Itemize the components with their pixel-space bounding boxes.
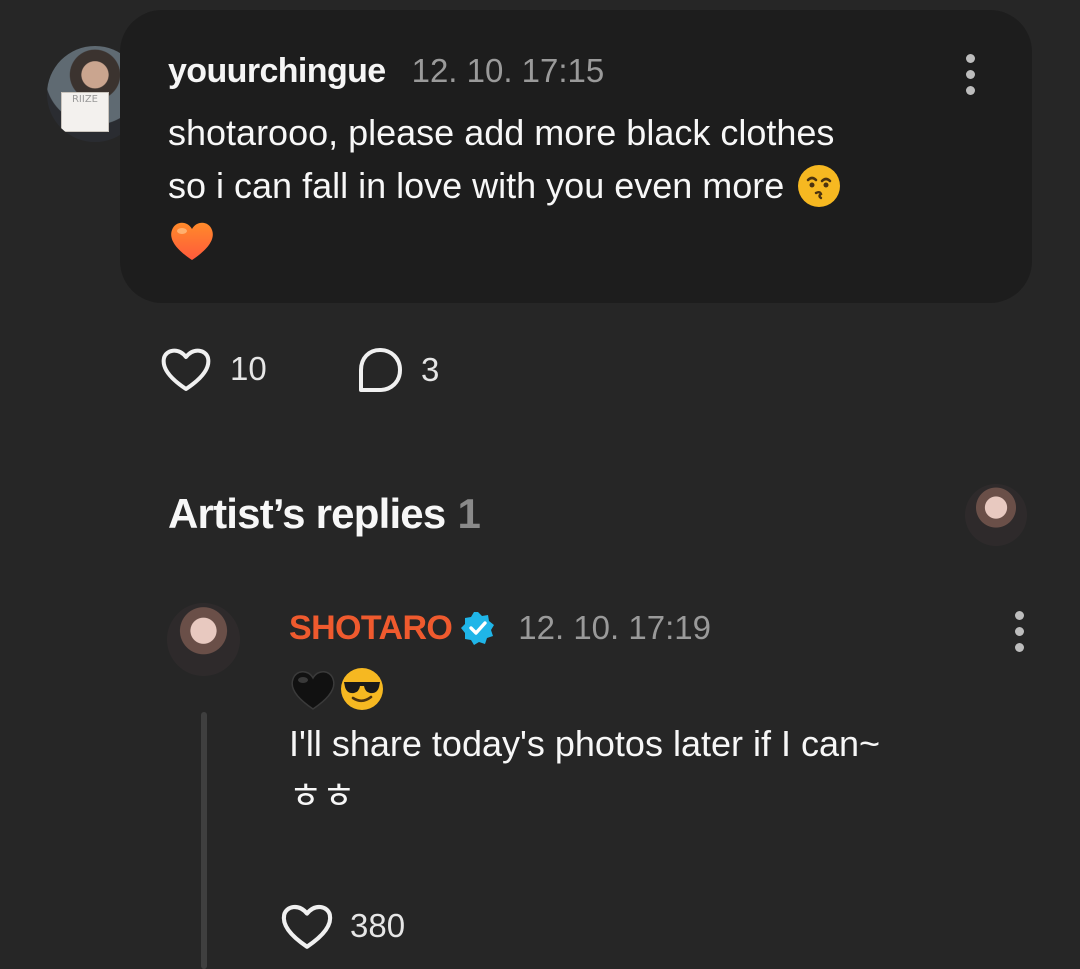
reply-header: SHOTARO 12. 10. 17:19 [289,607,711,649]
comment-timestamp: 12. 10. 17:15 [411,52,605,89]
reply-timestamp: 12. 10. 17:19 [518,609,711,646]
artist-avatar[interactable] [167,603,240,676]
reply-like-count: 380 [350,907,406,944]
heart-outline-icon [281,905,333,949]
comment-text-line1: shotarooo, please add more black clothes [168,112,835,153]
reply-text-line1: I'll share today's photos later if I can… [289,723,881,764]
sunglasses-face-icon [341,668,383,710]
artist-replies-count: 1 [457,490,481,537]
black-heart-icon [291,671,335,710]
comment-body: shotarooo, please add more black clothes… [168,106,1008,212]
orange-heart-icon [171,222,213,260]
reply-more-icon[interactable] [1012,611,1026,652]
comment-text-line2: so i can fall in love with you even more [168,165,785,206]
artist-replies-header: Artist’s replies 1 [168,490,481,538]
reply-like-button[interactable]: 380 [278,900,405,952]
reply-emoji-row [289,666,385,712]
comment-like-button[interactable]: 10 [158,344,267,394]
reply-text-line2: ㅎㅎ [289,776,356,817]
kissing-face-icon [798,164,841,207]
artist-replies-title: Artist’s replies [168,490,446,537]
artist-username[interactable]: SHOTARO [289,609,453,648]
avatar-sign-text: RIIZE [71,94,98,105]
commenter-username[interactable]: youurchingue [168,52,386,91]
comment-reply-button[interactable]: 3 [355,345,439,395]
avatar-sign: RIIZE [61,92,109,132]
comment-like-count: 10 [230,350,267,387]
reply-bubble-icon [359,348,402,392]
artist-avatar-small[interactable] [965,484,1027,546]
comment-reply-count: 3 [421,351,440,388]
reply-body: I'll share today's photos later if I can… [289,717,1049,823]
comment-text-line2-row: so i can fall in love with you even more [168,159,1008,212]
thread-line [201,712,207,969]
verified-badge-icon [461,612,495,645]
heart-outline-icon [161,348,211,391]
comment-header: youurchingue 12. 10. 17:15 [168,50,604,92]
comment-more-icon[interactable] [963,54,977,95]
